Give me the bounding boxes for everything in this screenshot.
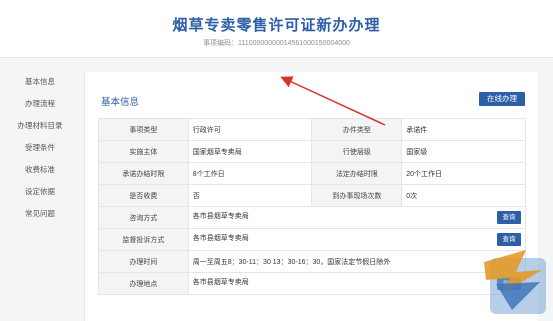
annotation-arrow <box>280 76 386 126</box>
watermark-logo <box>484 250 546 314</box>
